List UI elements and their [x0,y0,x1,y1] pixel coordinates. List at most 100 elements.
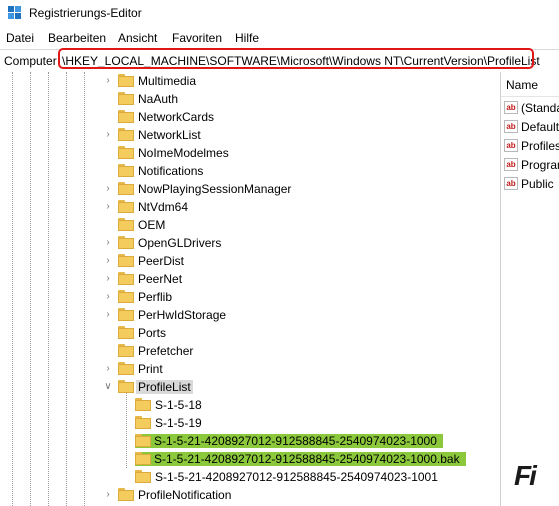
tree-item[interactable]: NaAuth [0,90,500,108]
tree-item-label: NetworkCards [138,110,215,124]
chevron-right-icon[interactable]: › [103,291,113,303]
tree-item-label: NoImeModelmes [138,146,229,160]
menu-hilfe[interactable]: Hilfe [235,31,259,45]
tree-item-label: PeerNet [138,272,183,286]
chevron-right-icon[interactable]: › [103,75,113,87]
value-name: Public [521,177,554,191]
string-value-icon: ab [504,177,518,190]
value-row[interactable]: abProgramData [501,156,559,174]
string-value-icon: ab [504,101,518,114]
tree-item[interactable]: › NetworkList [0,126,500,144]
tree-item-label: Print [138,362,163,376]
tree-item[interactable]: › ProfileNotification [0,486,500,504]
logo-text: Fi [514,460,537,491]
tree-item-label: ProfileNotification [138,488,232,502]
tree-item-label: NowPlayingSessionManager [138,182,292,196]
tree-item[interactable]: Notifications [0,162,500,180]
chevron-right-icon[interactable]: › [103,237,113,249]
tree-item[interactable]: › NtVdm64 [0,198,500,216]
value-row[interactable]: ab(Standard) [501,99,559,117]
tree-item[interactable]: NetworkCards [0,108,500,126]
chevron-down-icon[interactable]: ∨ [103,381,113,393]
registry-editor-icon [8,6,21,19]
folder-icon [118,488,134,501]
tree-item-label: NtVdm64 [138,200,189,214]
tree-item[interactable]: Prefetcher [0,342,500,360]
value-row[interactable]: ab Public [501,175,559,193]
folder-icon [118,164,134,177]
tree-item-label: PerHwIdStorage [138,308,227,322]
tree-item-label: Ports [138,326,167,340]
folder-icon [135,416,151,429]
menu-ansicht[interactable]: Ansicht [118,31,157,45]
chevron-right-icon[interactable]: › [103,183,113,195]
tree-item-label: ProfileList [136,380,193,394]
values-pane[interactable]: Name ab(Standard)abDefaultabProfilesDire… [501,72,559,506]
chevron-right-icon[interactable]: › [103,363,113,375]
folder-icon [118,254,134,267]
key-tree[interactable]: › Multimedia NaAuth NetworkCards › NetworkLis… [0,72,500,506]
menu-favoriten[interactable]: Favoriten [172,31,222,45]
window-title: Registrierungs-Editor [29,6,142,20]
column-header-name[interactable]: Name [501,72,559,97]
string-value-icon: ab [504,158,518,171]
folder-icon [135,470,151,483]
tree-item[interactable]: S-1-5-19 [0,414,500,432]
tree-item[interactable]: S-1-5-18 [0,396,500,414]
tree-item-label: S-1-5-18 [155,398,202,412]
tree-item[interactable]: NoImeModelmes [0,144,500,162]
folder-icon [118,236,134,249]
tree-item[interactable]: › Perflib [0,288,500,306]
tree-item[interactable]: › PeerNet [0,270,500,288]
tree-item-label: OpenGLDrivers [138,236,222,250]
tree-item[interactable]: S-1-5-21-4208927012-912588845-2540974023… [0,468,500,486]
chevron-right-icon[interactable]: › [103,129,113,141]
tree-item[interactable]: › Multimedia [0,72,500,90]
folder-icon [118,110,134,123]
string-value-icon: ab [504,139,518,152]
chevron-right-icon[interactable]: › [103,273,113,285]
tree-item-label: S-1-5-21-4208927012-912588845-2540974023… [135,452,466,466]
folder-icon [118,182,134,195]
tree-item[interactable]: › Print [0,360,500,378]
value-name: (Standard) [521,101,559,115]
menu-bearbeiten[interactable]: Bearbeiten [48,31,106,45]
value-name: Default [521,120,559,134]
value-row[interactable]: abProfilesDirectory [501,137,559,155]
tree-item-label: NaAuth [138,92,179,106]
column-name-label: Name [506,78,539,92]
folder-icon [118,74,134,87]
tree-item[interactable]: ∨ ProfileList [0,378,500,396]
tree-item[interactable]: › NowPlayingSessionManager [0,180,500,198]
tree-item[interactable]: S-1-5-21-4208927012-912588845-2540974023… [0,450,500,468]
address-computer: Computer [4,54,57,68]
folder-icon [118,218,134,231]
tree-item-label: NetworkList [138,128,201,142]
folder-icon [118,326,134,339]
folder-icon [118,200,134,213]
menu-datei[interactable]: Datei [6,31,34,45]
tree-item[interactable]: › PeerDist [0,252,500,270]
string-value-icon: ab [504,120,518,133]
tree-item[interactable]: › PerHwIdStorage [0,306,500,324]
folder-icon [135,452,151,465]
value-name: ProgramData [521,158,559,172]
chevron-right-icon[interactable]: › [103,489,113,501]
tree-item[interactable]: OEM [0,216,500,234]
tree-item-label: Perflib [138,290,173,304]
value-row[interactable]: ab Default [501,118,559,136]
chevron-right-icon[interactable]: › [103,201,113,213]
folder-icon [118,272,134,285]
folder-icon [118,146,134,159]
tree-item-label: Notifications [138,164,204,178]
tree-item-label: Prefetcher [138,344,194,358]
chevron-right-icon[interactable]: › [103,255,113,267]
tree-item[interactable]: S-1-5-21-4208927012-912588845-2540974023… [0,432,500,450]
chevron-right-icon[interactable]: › [103,309,113,321]
folder-icon [118,344,134,357]
tree-item[interactable]: Ports [0,324,500,342]
tree-item[interactable]: › OpenGLDrivers [0,234,500,252]
tree-item-label: S-1-5-21-4208927012-912588845-2540974023… [155,470,438,484]
folder-icon [118,128,134,141]
folder-icon [135,434,151,447]
